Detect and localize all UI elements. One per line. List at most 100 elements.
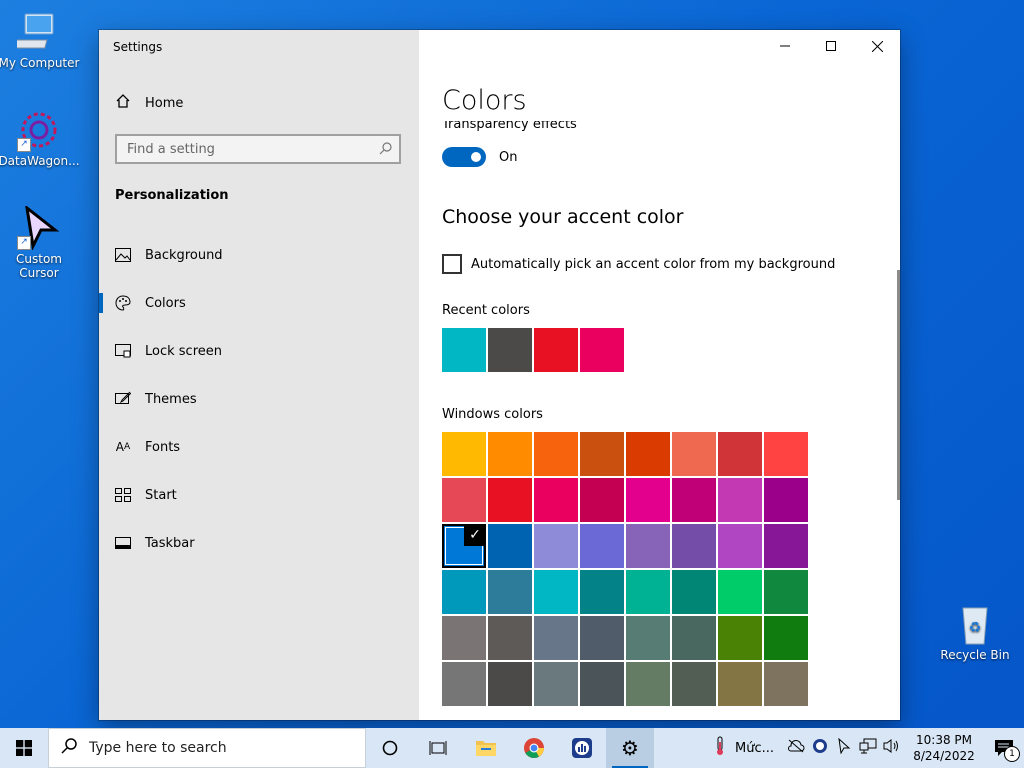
taskbar-search[interactable]: Type here to search	[48, 728, 366, 768]
app-tray-icon[interactable]	[808, 738, 832, 758]
scrollbar[interactable]	[897, 270, 900, 500]
windows-color-swatch[interactable]	[488, 662, 532, 706]
windows-color-swatch[interactable]	[764, 570, 808, 614]
windows-color-swatch[interactable]	[580, 570, 624, 614]
windows-color-swatch[interactable]	[488, 570, 532, 614]
task-view-button[interactable]	[414, 728, 462, 768]
windows-color-swatch[interactable]	[534, 616, 578, 660]
desktop-icon-datawagon[interactable]: ↗ DataWagon...	[0, 108, 81, 168]
windows-color-swatch[interactable]	[534, 524, 578, 568]
windows-color-swatch[interactable]	[534, 432, 578, 476]
windows-color-swatch[interactable]	[626, 478, 670, 522]
sidebar-item-fonts[interactable]: AA Fonts	[99, 423, 419, 471]
windows-color-swatch[interactable]	[580, 478, 624, 522]
windows-color-swatch[interactable]	[580, 662, 624, 706]
app-button[interactable]	[558, 728, 606, 768]
window-controls	[762, 30, 900, 62]
recent-colors-heading: Recent colors	[442, 303, 530, 318]
clock[interactable]: 10:38 PM 8/24/2022	[904, 732, 984, 764]
windows-color-swatch[interactable]	[488, 524, 532, 568]
windows-color-swatch[interactable]	[534, 478, 578, 522]
windows-color-swatch[interactable]	[580, 524, 624, 568]
windows-color-swatch[interactable]	[672, 570, 716, 614]
windows-color-swatch[interactable]	[718, 616, 762, 660]
windows-color-swatch[interactable]	[718, 432, 762, 476]
sidebar-item-start[interactable]: Start	[99, 471, 419, 519]
windows-color-swatch[interactable]	[442, 570, 486, 614]
chrome-button[interactable]	[510, 728, 558, 768]
settings-taskbar-button[interactable]: ⚙	[606, 728, 654, 768]
nav-home[interactable]: Home	[115, 93, 183, 113]
windows-color-swatch[interactable]	[580, 616, 624, 660]
desktop-icon-recycle-bin[interactable]: ♻ Recycle Bin	[933, 602, 1017, 662]
cortana-button[interactable]	[366, 728, 414, 768]
tray-app[interactable]: Mức...	[703, 736, 784, 760]
windows-color-swatch[interactable]	[488, 432, 532, 476]
auto-pick-checkbox[interactable]	[442, 254, 462, 274]
desktop-icon-label: Recycle Bin	[940, 648, 1010, 662]
windows-color-swatch[interactable]	[764, 616, 808, 660]
search-icon[interactable]	[373, 140, 399, 159]
sidebar-item-label: Colors	[145, 295, 186, 311]
minimize-button[interactable]	[762, 30, 808, 62]
pen-icon[interactable]	[832, 737, 856, 758]
search-icon	[49, 738, 89, 758]
settings-search-input[interactable]	[117, 141, 373, 157]
close-button[interactable]	[854, 30, 900, 62]
palette-icon	[115, 295, 131, 311]
start-button[interactable]	[0, 728, 48, 768]
windows-color-swatch[interactable]	[442, 662, 486, 706]
windows-color-swatch[interactable]	[626, 662, 670, 706]
windows-color-swatch[interactable]	[488, 616, 532, 660]
network-icon[interactable]	[856, 738, 880, 758]
windows-color-swatch[interactable]	[718, 662, 762, 706]
settings-search[interactable]	[115, 134, 401, 164]
windows-color-swatch[interactable]	[764, 432, 808, 476]
windows-color-swatch[interactable]	[534, 662, 578, 706]
windows-color-swatch[interactable]	[442, 478, 486, 522]
desktop-icon-custom-cursor[interactable]: ↗ Custom Cursor	[0, 204, 81, 280]
sidebar-item-background[interactable]: Background	[99, 231, 419, 279]
windows-color-swatch[interactable]	[626, 570, 670, 614]
volume-icon[interactable]	[880, 738, 904, 758]
windows-color-swatch[interactable]	[672, 478, 716, 522]
windows-colors-heading: Windows colors	[442, 407, 543, 422]
sidebar-item-themes[interactable]: Themes	[99, 375, 419, 423]
sidebar-item-lock-screen[interactable]: Lock screen	[99, 327, 419, 375]
file-explorer-button[interactable]	[462, 728, 510, 768]
windows-color-swatch[interactable]: ✓	[442, 524, 486, 568]
windows-color-swatch[interactable]	[442, 432, 486, 476]
taskbar-search-placeholder: Type here to search	[89, 740, 227, 756]
recent-color-swatch[interactable]	[488, 328, 532, 372]
windows-color-swatch[interactable]	[626, 616, 670, 660]
windows-color-swatch[interactable]	[718, 570, 762, 614]
windows-color-swatch[interactable]	[764, 524, 808, 568]
windows-color-swatch[interactable]	[580, 432, 624, 476]
settings-window: Settings Home Personalization Background	[99, 30, 900, 720]
cloud-offline-icon[interactable]	[784, 739, 808, 757]
windows-color-swatch[interactable]	[672, 432, 716, 476]
auto-pick-row[interactable]: Automatically pick an accent color from …	[442, 254, 835, 274]
sidebar-item-taskbar[interactable]: Taskbar	[99, 519, 419, 567]
windows-color-swatch[interactable]	[672, 616, 716, 660]
recent-color-swatch[interactable]	[442, 328, 486, 372]
windows-color-swatch[interactable]	[764, 662, 808, 706]
action-center-button[interactable]: 1	[984, 728, 1024, 768]
windows-color-swatch[interactable]	[764, 478, 808, 522]
windows-color-swatch[interactable]	[626, 524, 670, 568]
windows-color-swatch[interactable]	[488, 478, 532, 522]
windows-color-swatch[interactable]	[718, 478, 762, 522]
windows-color-swatch[interactable]	[534, 570, 578, 614]
windows-color-swatch[interactable]	[718, 524, 762, 568]
windows-color-swatch[interactable]	[672, 662, 716, 706]
thermometer-icon	[713, 736, 727, 760]
desktop-icon-my-computer[interactable]: My Computer	[0, 10, 81, 70]
windows-color-swatch[interactable]	[626, 432, 670, 476]
maximize-button[interactable]	[808, 30, 854, 62]
recent-color-swatch[interactable]	[580, 328, 624, 372]
recent-color-swatch[interactable]	[534, 328, 578, 372]
windows-color-swatch[interactable]	[672, 524, 716, 568]
sidebar-item-colors[interactable]: Colors	[99, 279, 419, 327]
windows-color-swatch[interactable]	[442, 616, 486, 660]
transparency-toggle[interactable]	[442, 147, 486, 167]
